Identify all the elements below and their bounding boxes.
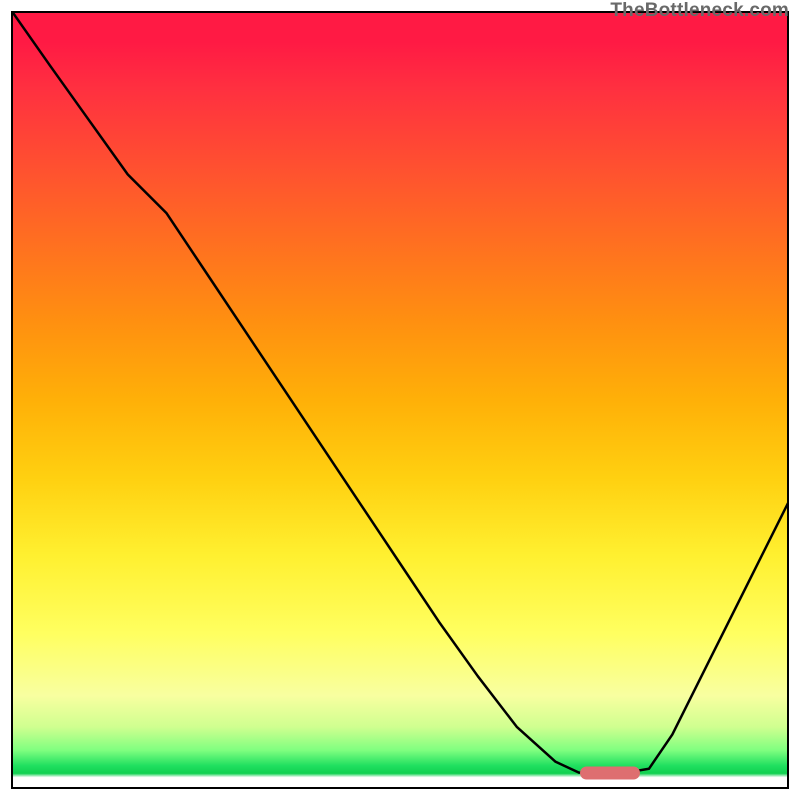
plot-area: TheBottleneck.com bbox=[11, 11, 789, 789]
gradient-background bbox=[11, 11, 789, 789]
watermark-text: TheBottleneck.com bbox=[610, 0, 789, 22]
optimal-marker bbox=[580, 767, 640, 780]
bottleneck-chart: TheBottleneck.com bbox=[0, 0, 800, 800]
